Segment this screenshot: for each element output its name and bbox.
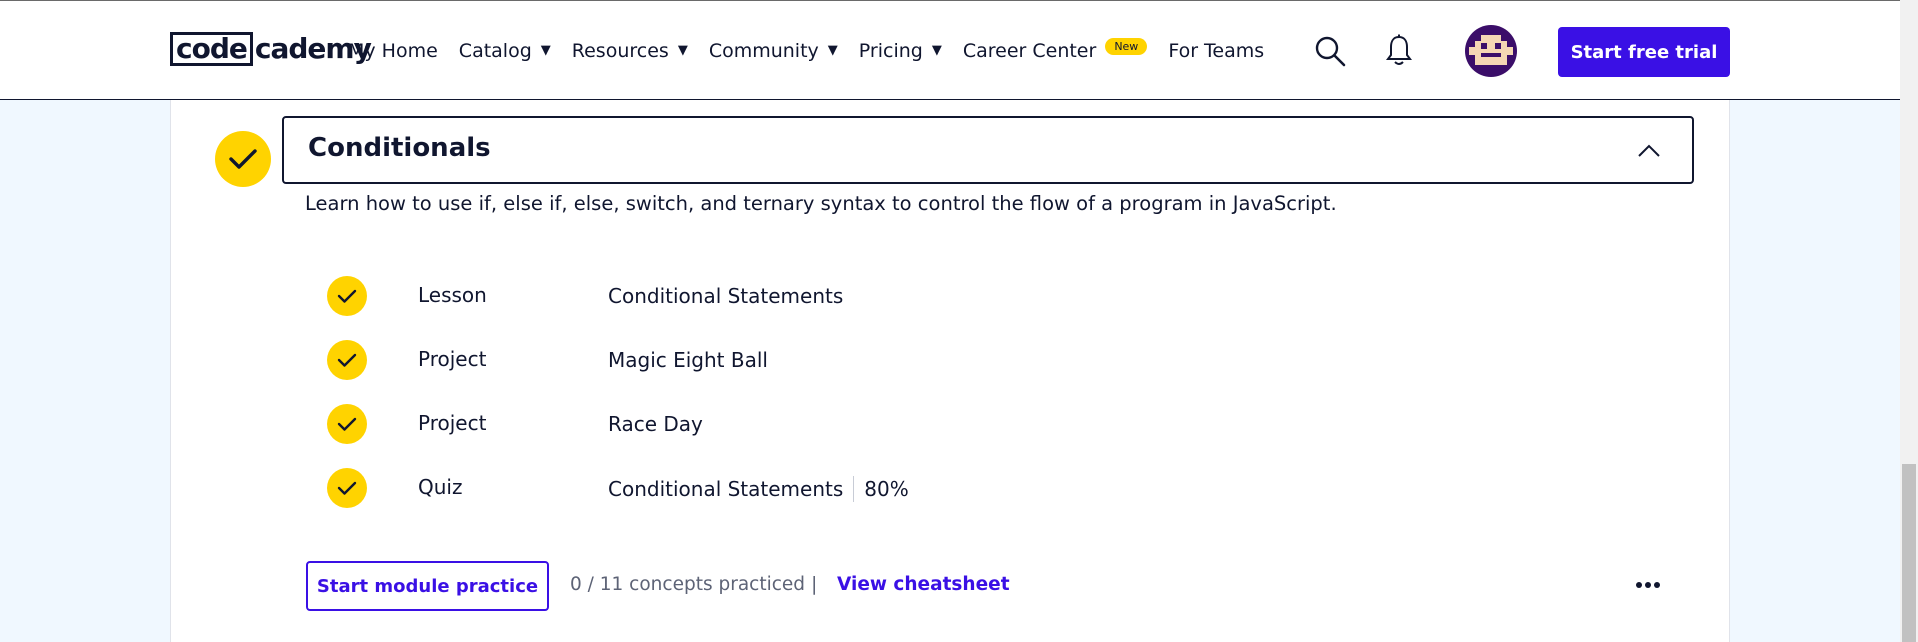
bell-icon[interactable]: [1384, 34, 1414, 68]
complete-check-icon: [327, 276, 367, 316]
complete-check-icon: [327, 468, 367, 508]
new-badge: New: [1105, 38, 1148, 55]
module-description: Learn how to use if, else if, else, swit…: [305, 192, 1337, 215]
content-item-row[interactable]: Project Magic Eight Ball: [327, 340, 1127, 382]
item-title[interactable]: Race Day: [608, 412, 703, 436]
nav-label: My Home: [348, 39, 438, 62]
item-title[interactable]: Conditional Statements: [608, 284, 843, 308]
item-type: Lesson: [418, 283, 487, 307]
more-options-icon[interactable]: [1636, 578, 1660, 592]
caret-down-icon: ▼: [827, 43, 838, 58]
nav-career-center[interactable]: Career Center New: [962, 38, 1148, 62]
quiz-score: 80%: [864, 477, 909, 501]
nav-for-teams[interactable]: For Teams: [1168, 40, 1264, 62]
nav-label: Resources: [571, 39, 669, 62]
footer-separator: |: [811, 573, 818, 595]
nav-pricing[interactable]: Pricing ▼: [859, 40, 942, 62]
item-type: Quiz: [418, 475, 463, 499]
item-type: Project: [418, 347, 487, 371]
item-title-text: Conditional Statements: [608, 477, 844, 501]
item-type: Project: [418, 411, 487, 435]
score-divider: [853, 476, 855, 502]
complete-check-icon: [327, 404, 367, 444]
caret-down-icon: ▼: [931, 43, 942, 58]
nav-catalog[interactable]: Catalog ▼: [459, 40, 551, 62]
item-title[interactable]: Conditional Statements 80%: [608, 476, 909, 502]
start-module-practice-button[interactable]: Start module practice: [306, 561, 549, 611]
module-accordion-header[interactable]: Conditionals: [282, 116, 1694, 184]
item-title[interactable]: Magic Eight Ball: [608, 348, 768, 372]
nav-label: Catalog: [458, 39, 532, 62]
content-item-row[interactable]: Lesson Conditional Statements: [327, 276, 1127, 318]
nav-label: For Teams: [1168, 39, 1265, 62]
nav-resources[interactable]: Resources ▼: [572, 40, 688, 62]
scrollbar-thumb[interactable]: [1902, 464, 1916, 642]
logo-boxed-text: code: [170, 32, 253, 66]
nav-label: Community: [708, 39, 819, 62]
content-item-row[interactable]: Quiz Conditional Statements 80%: [327, 468, 1127, 510]
content-item-row[interactable]: Project Race Day: [327, 404, 1127, 446]
top-navigation-bar: code cademy My Home Catalog ▼ Resources …: [0, 1, 1900, 100]
search-icon[interactable]: [1314, 35, 1346, 67]
complete-check-icon: [327, 340, 367, 380]
module-complete-check-icon: [215, 131, 271, 187]
view-cheatsheet-link[interactable]: View cheatsheet: [837, 574, 1010, 595]
concepts-practiced-count: 0 / 11 concepts practiced: [570, 574, 806, 595]
item-title-text: Magic Eight Ball: [608, 348, 768, 372]
chevron-up-icon[interactable]: [1636, 138, 1662, 164]
nav-label: Pricing: [858, 39, 923, 62]
nav-label: Career Center: [962, 39, 1097, 62]
codecademy-logo[interactable]: code cademy: [170, 31, 372, 67]
caret-down-icon: ▼: [540, 43, 551, 58]
item-title-text: Race Day: [608, 412, 703, 436]
item-title-text: Conditional Statements: [608, 284, 844, 308]
main-nav: My Home Catalog ▼ Resources ▼ Community …: [348, 1, 1285, 100]
module-title: Conditionals: [308, 133, 491, 163]
avatar[interactable]: [1465, 25, 1517, 77]
nav-community[interactable]: Community ▼: [709, 40, 838, 62]
start-free-trial-button[interactable]: Start free trial: [1558, 27, 1730, 77]
nav-my-home[interactable]: My Home: [348, 40, 438, 62]
caret-down-icon: ▼: [677, 43, 688, 58]
